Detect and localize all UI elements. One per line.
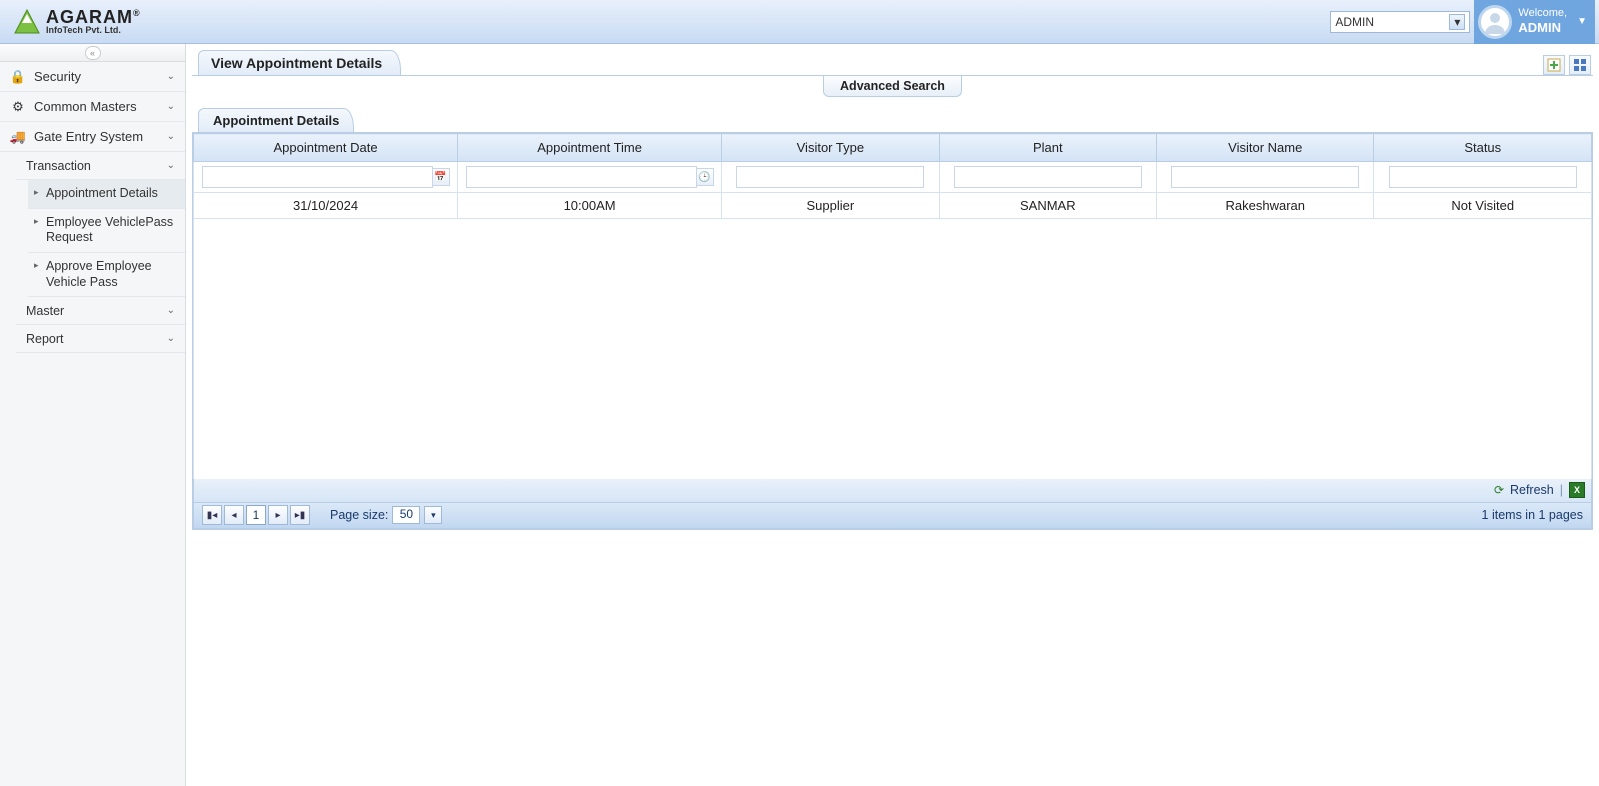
welcome-text: Welcome, ADMIN (1518, 7, 1567, 36)
chevron-down-icon: ▼ (1577, 16, 1587, 27)
sidebar-item-security[interactable]: 🔒 Security ⌄ (0, 62, 185, 92)
cell-status: Not Visited (1374, 193, 1592, 219)
app-header: AGARAM® InfoTech Pvt. Ltd. ADMIN ▾ Welco… (0, 0, 1599, 44)
refresh-button[interactable]: ⟳ Refresh (1492, 483, 1554, 497)
sidebar-item-label: Report (26, 332, 64, 346)
sidebar-item-employee-vehiclepass-request[interactable]: Employee VehiclePass Request (28, 209, 185, 253)
chevron-down-icon: ▾ (1449, 14, 1465, 30)
subtab-label: Appointment Details (213, 113, 339, 128)
filter-visitor-name[interactable] (1171, 166, 1359, 188)
chevron-down-icon: ⌄ (167, 160, 175, 171)
grid-layout-button[interactable] (1569, 55, 1591, 75)
add-record-button[interactable] (1543, 55, 1565, 75)
sidebar-item-transaction[interactable]: Transaction ⌄ (16, 152, 185, 180)
sidebar-item-approve-employee-vehicle-pass[interactable]: Approve Employee Vehicle Pass (28, 253, 185, 297)
col-visitor-name[interactable]: Visitor Name (1157, 134, 1374, 162)
cell-appointment-time: 10:00AM (458, 193, 722, 219)
col-visitor-type[interactable]: Visitor Type (722, 134, 939, 162)
pager-last-button[interactable]: ▸▮ (290, 505, 310, 525)
gear-icon: ⚙ (10, 99, 26, 115)
pager-items-info: 1 items in 1 pages (1482, 508, 1583, 522)
pager-bar: ▮◂ ◂ 1 ▸ ▸▮ Page size: 50 ▾ 1 items in 1… (193, 503, 1592, 529)
truck-icon: 🚚 (10, 129, 26, 145)
sidebar-collapse-bar: « (0, 44, 185, 62)
export-excel-button[interactable]: X (1569, 482, 1585, 498)
sidebar-item-label: Master (26, 304, 64, 318)
chevron-down-icon: ⌄ (167, 101, 175, 112)
filter-appointment-time[interactable] (466, 166, 697, 188)
filter-row: 📅 🕒 (194, 162, 1592, 193)
sidebar-item-label: Appointment Details (46, 186, 158, 202)
sidebar-item-label: Common Masters (34, 99, 137, 114)
pager-first-button[interactable]: ▮◂ (202, 505, 222, 525)
sidebar: « 🔒 Security ⌄ ⚙ Common Masters ⌄ 🚚 Gate… (0, 44, 186, 786)
cell-plant: SANMAR (939, 193, 1156, 219)
chevron-down-icon: ⌄ (167, 305, 175, 316)
page-size-dropdown[interactable]: ▾ (424, 506, 442, 524)
col-appointment-time[interactable]: Appointment Time (458, 134, 722, 162)
tab-label: View Appointment Details (211, 55, 382, 71)
cell-appointment-date: 31/10/2024 (194, 193, 458, 219)
sidebar-item-label: Approve Employee Vehicle Pass (46, 259, 175, 290)
advanced-search-label: Advanced Search (840, 79, 945, 93)
chevron-down-icon: ⌄ (167, 71, 175, 82)
sidebar-item-gate-entry-system[interactable]: 🚚 Gate Entry System ⌄ (0, 122, 185, 152)
user-dropdown-value: ADMIN (1335, 15, 1374, 29)
separator: | (1560, 483, 1563, 497)
sidebar-item-label: Gate Entry System (34, 129, 143, 144)
page-size-label: Page size: (330, 508, 388, 522)
col-appointment-date[interactable]: Appointment Date (194, 134, 458, 162)
col-plant[interactable]: Plant (939, 134, 1156, 162)
advanced-search-toggle[interactable]: Advanced Search (823, 76, 962, 97)
brand-name: AGARAM® (46, 8, 141, 26)
filter-plant[interactable] (954, 166, 1142, 188)
filter-visitor-type[interactable] (736, 166, 924, 188)
sidebar-item-report[interactable]: Report ⌄ (16, 325, 185, 353)
tab-view-appointment-details[interactable]: View Appointment Details (198, 50, 401, 75)
cell-visitor-name: Rakeshwaran (1157, 193, 1374, 219)
pager-next-button[interactable]: ▸ (268, 505, 288, 525)
filter-status[interactable] (1389, 166, 1577, 188)
calendar-icon[interactable]: 📅 (432, 168, 450, 186)
brand-logo: AGARAM® InfoTech Pvt. Ltd. (12, 7, 141, 37)
chevron-down-icon: ⌄ (167, 333, 175, 344)
sidebar-item-label: Transaction (26, 159, 91, 173)
pager-current-page[interactable]: 1 (246, 505, 266, 525)
appointment-grid: Appointment Date Appointment Time Visito… (192, 132, 1593, 530)
clock-icon[interactable]: 🕒 (696, 168, 714, 186)
content-area: View Appointment Details Advanced Search… (186, 44, 1599, 786)
welcome-menu[interactable]: Welcome, ADMIN ▼ (1474, 0, 1595, 44)
refresh-label: Refresh (1510, 483, 1554, 497)
subtab-appointment-details[interactable]: Appointment Details (198, 108, 354, 132)
sidebar-collapse-button[interactable]: « (85, 46, 101, 60)
brand-logo-icon (12, 7, 42, 37)
lock-icon: 🔒 (10, 69, 26, 85)
sidebar-item-master[interactable]: Master ⌄ (16, 297, 185, 325)
brand-subtitle: InfoTech Pvt. Ltd. (46, 26, 141, 35)
user-dropdown[interactable]: ADMIN ▾ (1330, 11, 1470, 33)
pager-prev-button[interactable]: ◂ (224, 505, 244, 525)
filter-appointment-date[interactable] (202, 166, 433, 188)
avatar-icon (1478, 5, 1512, 39)
col-status[interactable]: Status (1374, 134, 1592, 162)
refresh-icon: ⟳ (1492, 483, 1506, 497)
table-row[interactable]: 31/10/2024 10:00AM Supplier SANMAR Rakes… (194, 193, 1592, 219)
grid-toolbar: ⟳ Refresh | X (193, 479, 1592, 503)
sidebar-item-appointment-details[interactable]: Appointment Details (28, 180, 185, 209)
sidebar-item-label: Security (34, 69, 81, 84)
page-tab-strip: View Appointment Details (192, 48, 1593, 76)
sidebar-item-common-masters[interactable]: ⚙ Common Masters ⌄ (0, 92, 185, 122)
chevron-down-icon: ⌄ (167, 131, 175, 142)
sidebar-item-label: Employee VehiclePass Request (46, 215, 175, 246)
cell-visitor-type: Supplier (722, 193, 939, 219)
page-size-value[interactable]: 50 (392, 506, 420, 524)
